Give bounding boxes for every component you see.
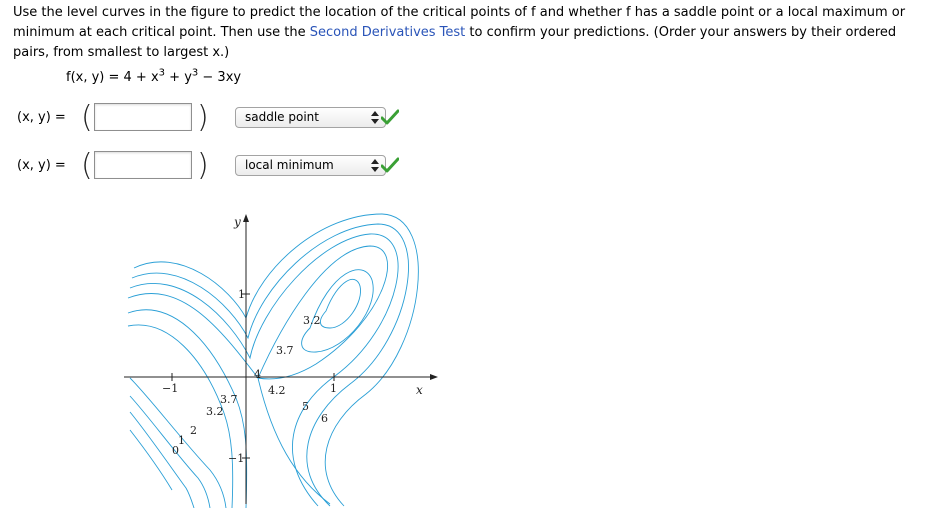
point-label: (x, y) = (17, 110, 66, 125)
tick-label-x-pos: 1 (330, 382, 337, 395)
contour-6 (133, 213, 419, 507)
second-derivatives-test-link[interactable]: Second Derivatives Test (310, 25, 466, 40)
contour-3.7-loop (301, 269, 374, 353)
contour-1 (129, 395, 211, 508)
contour-4.2 (129, 233, 399, 507)
contour-label-5: 5 (302, 400, 309, 413)
tick-label-y-pos: 1 (238, 288, 245, 301)
point-label: (x, y) = (17, 158, 66, 173)
y-axis-label: y (233, 215, 241, 229)
formula-mid: + y (165, 70, 192, 85)
point-type-selected-1: saddle point (245, 110, 319, 124)
axes (124, 214, 438, 504)
contour-5 (131, 223, 409, 507)
contour-0 (129, 411, 195, 508)
point-type-selected-2: local minimum (245, 158, 334, 172)
contour-label-4.2: 4.2 (268, 384, 286, 397)
y-axis-arrow-icon (243, 214, 249, 222)
point-type-select-1[interactable]: saddle point (235, 107, 386, 128)
function-formula: f(x, y) = 4 + x3 + y3 − 3xy (66, 68, 242, 85)
open-paren: ( (81, 148, 93, 183)
contour-label-3.2-lower: 3.2 (206, 405, 224, 418)
level-curves-figure: y x −1 1 1 −1 0 1 2 3.2 3.7 3.7 3.2 4 4.… (124, 213, 438, 508)
question-prompt: Use the level curves in the figure to pr… (13, 3, 918, 63)
contour-lines (127, 213, 419, 508)
close-paren: ) (197, 148, 209, 183)
contour-label-2: 2 (190, 424, 197, 437)
checkmark-icon (381, 109, 399, 125)
tick-label-y-neg: −1 (228, 452, 244, 465)
contour-3.2-loop (320, 278, 361, 329)
x-axis-label: x (416, 383, 423, 397)
contour-label-3.7-upper: 3.7 (276, 344, 294, 357)
contour-label-3.2-upper: 3.2 (303, 314, 321, 327)
contour-label-4: 4 (254, 368, 261, 381)
contour-label-6: 6 (321, 412, 328, 425)
critical-point-input-1[interactable] (94, 103, 192, 131)
contour-3.7-lower (127, 309, 248, 508)
close-paren: ) (197, 100, 209, 135)
tick-label-x-neg: −1 (162, 382, 178, 395)
point-type-select-2[interactable]: local minimum (235, 155, 386, 176)
select-updown-icon (371, 159, 379, 172)
critical-point-input-2[interactable] (94, 151, 192, 179)
x-axis-arrow-icon (430, 374, 438, 380)
contour-label-1: 1 (178, 434, 185, 447)
formula-lhs: f(x, y) = 4 + x (66, 70, 159, 85)
checkmark-icon (381, 157, 399, 173)
open-paren: ( (81, 100, 93, 135)
select-updown-icon (371, 111, 379, 124)
formula-rest: − 3xy (198, 70, 242, 85)
